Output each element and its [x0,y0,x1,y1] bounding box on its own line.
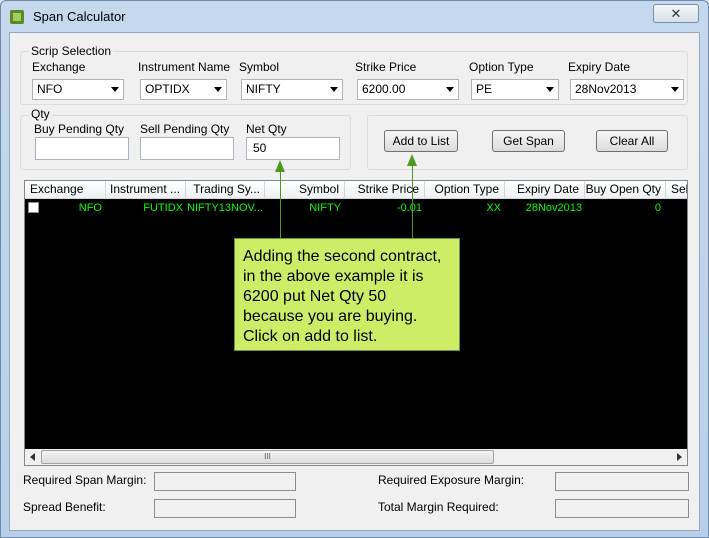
required-exposure-margin-value [555,472,689,491]
required-span-margin-value [154,472,296,491]
net-qty-label: Net Qty [246,122,287,136]
chevron-down-icon [214,87,222,92]
cell-buy-open-qty: 0 [654,202,661,214]
option-type-value: PE [476,82,493,96]
column-header-trading-symbol[interactable]: Trading Sy... [186,181,265,199]
expiry-date-select[interactable]: 28Nov2013 [570,79,684,100]
chevron-down-icon [671,87,679,92]
title-bar[interactable]: Span Calculator ✕ [1,1,708,33]
cell-exchange: NFO [78,202,102,214]
expiry-date-label: Expiry Date [568,60,631,74]
scrollbar-thumb[interactable]: III [41,450,494,464]
annotation-arrow-to-add-to-list [412,163,413,239]
symbol-value: NIFTY [246,82,281,96]
clear-all-button[interactable]: Clear All [596,130,668,152]
column-header-sell[interactable]: Sel [666,181,687,199]
expiry-date-value: 28Nov2013 [575,82,637,96]
total-margin-required-value [555,499,689,518]
window-title: Span Calculator [33,9,126,24]
close-button[interactable]: ✕ [653,4,699,23]
horizontal-scrollbar[interactable]: III [25,449,687,465]
chevron-down-icon [446,87,454,92]
exchange-select[interactable]: NFO [32,79,124,100]
cell-instrument: FUTIDX [143,202,183,214]
cell-trading-symbol: NIFTY13NOV... [187,202,263,214]
grid-header: Exchange Instrument ... Trading Sy... Sy… [25,181,687,199]
instrument-name-label: Instrument Name [138,60,231,74]
cell-symbol: NIFTY [309,202,341,214]
exchange-value: NFO [37,82,63,96]
client-area: Scrip Selection Exchange NFO Instrument … [9,32,700,531]
arrow-head-icon [275,160,285,172]
app-icon [10,10,24,24]
scroll-left-icon[interactable] [30,453,35,461]
span-calculator-window: Span Calculator ✕ Scrip Selection Exchan… [0,0,709,538]
strike-price-select[interactable]: 6200.00 [357,79,459,100]
annotation-callout: Adding the second contract, in the above… [234,238,460,351]
cell-expiry-date: 28Nov2013 [525,202,582,214]
chevron-down-icon [546,87,554,92]
net-qty-input[interactable]: 50 [246,137,340,160]
buy-pending-qty-label: Buy Pending Qty [34,122,125,136]
arrow-head-icon [407,154,417,166]
chevron-down-icon [111,87,119,92]
option-type-select[interactable]: PE [471,79,559,100]
buy-pending-qty-input[interactable] [35,137,129,160]
chevron-down-icon [330,87,338,92]
column-header-expiry-date[interactable]: Expiry Date [505,181,585,199]
cell-strike-price: -0.01 [396,202,422,214]
sell-pending-qty-label: Sell Pending Qty [140,122,230,136]
exchange-label: Exchange [32,60,86,74]
symbol-select[interactable]: NIFTY [241,79,343,100]
spread-benefit-label: Spread Benefit: [23,500,106,514]
column-header-strike-price[interactable]: Strike Price [345,181,425,199]
total-margin-required-label: Total Margin Required: [378,500,499,514]
column-header-exchange[interactable]: Exchange [25,181,106,199]
close-icon: ✕ [670,6,682,21]
column-header-symbol[interactable]: Symbol [265,181,345,199]
grip-icon: III [264,452,271,461]
qty-group-label: Qty [29,107,52,121]
annotation-arrow-to-net-qty [280,169,281,239]
instrument-name-select[interactable]: OPTIDX [140,79,227,100]
strike-price-label: Strike Price [355,60,417,74]
symbol-label: Symbol [239,60,280,74]
cell-option-type: XX [486,202,501,214]
instrument-name-value: OPTIDX [145,82,190,96]
strike-price-value: 6200.00 [362,82,406,96]
get-span-button[interactable]: Get Span [492,130,565,152]
column-header-instrument[interactable]: Instrument ... [106,181,186,199]
column-header-option-type[interactable]: Option Type [425,181,505,199]
spread-benefit-value [154,499,296,518]
scroll-right-icon[interactable] [677,453,682,461]
sell-pending-qty-input[interactable] [140,137,234,160]
required-span-margin-label: Required Span Margin: [23,473,147,487]
option-type-label: Option Type [469,60,534,74]
scrip-selection-label: Scrip Selection [29,44,114,58]
add-to-list-button[interactable]: Add to List [384,130,458,152]
column-header-buy-open-qty[interactable]: Buy Open Qty [585,181,666,199]
required-exposure-margin-label: Required Exposure Margin: [378,473,525,487]
